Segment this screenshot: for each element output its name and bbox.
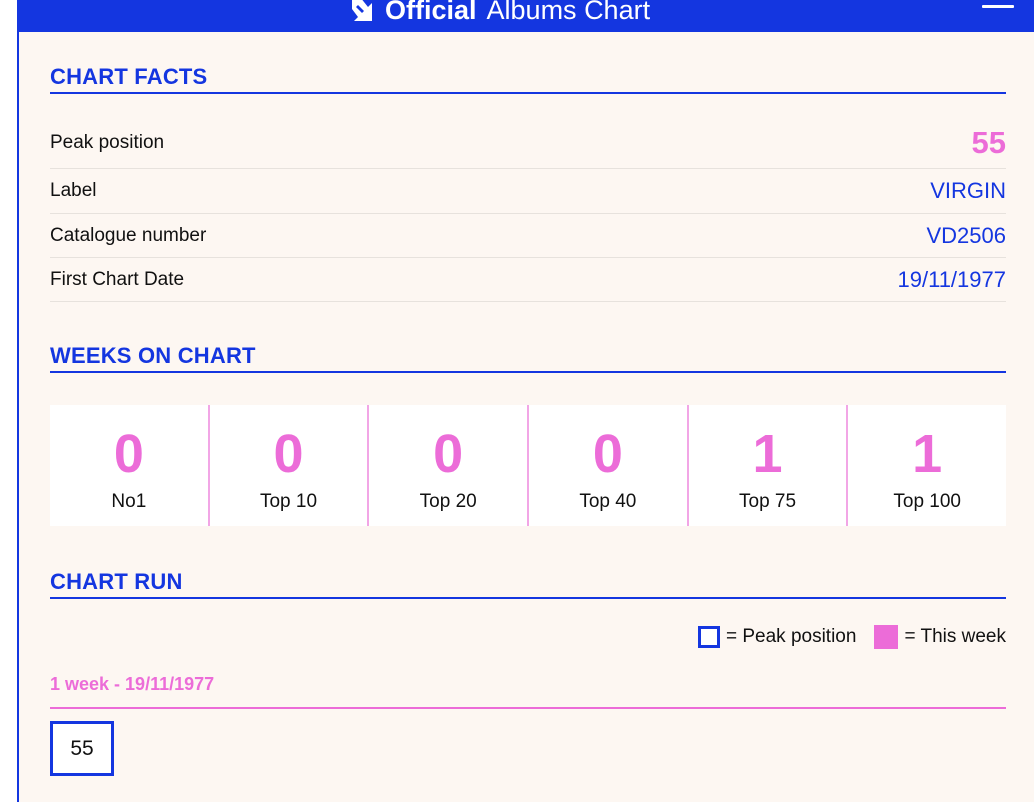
- weeks-count: 0: [592, 424, 623, 484]
- weeks-label: Top 100: [893, 491, 961, 512]
- weeks-label: Top 10: [259, 491, 318, 512]
- brand-title-strong: Official: [385, 0, 477, 25]
- weeks-cell-top75: 1 Top 75: [689, 405, 849, 526]
- legend-peak-label: = Peak position: [725, 626, 857, 647]
- first-chart-date-link[interactable]: 19/11/1977: [898, 267, 1006, 293]
- brand-title-light: Albums Chart: [486, 0, 651, 25]
- peak-position-value: 55: [971, 125, 1006, 160]
- weeks-cell-top10: 0 Top 10: [210, 405, 370, 526]
- weeks-cell-no1: 0 No1: [50, 405, 210, 526]
- fact-row-peak: Peak position 55: [50, 118, 1006, 169]
- weeks-count: 0: [273, 424, 304, 484]
- chart-run-position-box: 55: [50, 721, 114, 776]
- weeks-cell-top100: 1 Top 100: [848, 405, 1006, 526]
- fact-label: Label: [50, 180, 97, 201]
- weeks-count: 1: [912, 424, 943, 484]
- fact-row-catalogue: Catalogue number VD2506: [50, 214, 1006, 258]
- catalogue-number-value: VD2506: [926, 222, 1006, 248]
- chart-run-period: 1 week - 19/11/1977: [50, 674, 1006, 709]
- weeks-label: No1: [111, 491, 147, 512]
- header-bar: Official Albums Chart: [19, 0, 1034, 32]
- chart-run-heading: CHART RUN: [50, 569, 1006, 599]
- hamburger-menu-icon[interactable]: [982, 0, 1014, 8]
- chart-facts-heading: CHART FACTS: [50, 64, 1006, 94]
- weeks-cell-top40: 0 Top 40: [529, 405, 689, 526]
- chart-run-legend: = Peak position = This week: [697, 625, 1006, 649]
- weeks-on-chart-heading: WEEKS ON CHART: [50, 343, 1006, 373]
- fact-label: First Chart Date: [50, 268, 185, 290]
- weeks-count: 0: [433, 424, 464, 484]
- this-week-swatch: [874, 625, 899, 649]
- fact-label: Catalogue number: [50, 224, 207, 246]
- legend-this-week-label: = This week: [904, 626, 1006, 647]
- fact-label: Peak position: [50, 132, 165, 153]
- weeks-label: Top 75: [739, 491, 797, 512]
- peak-position-swatch: [697, 626, 720, 648]
- chart-facts-list: Peak position 55 Label VIRGIN Catalogue …: [50, 118, 1006, 302]
- weeks-count: 0: [113, 424, 144, 484]
- record-label-link[interactable]: VIRGIN: [930, 178, 1006, 204]
- weeks-cell-top20: 0 Top 20: [369, 405, 530, 526]
- weeks-count: 1: [752, 424, 783, 484]
- page-left-border: [0, 0, 19, 802]
- weeks-label: Top 20: [419, 491, 477, 512]
- fact-row-first-chart-date: First Chart Date 19/11/1977: [50, 258, 1006, 302]
- official-charts-logo-icon: [352, 0, 372, 21]
- brand-link[interactable]: Official Albums Chart: [349, 0, 650, 32]
- fact-row-label: Label VIRGIN: [50, 169, 1006, 214]
- weeks-on-chart-grid: 0 No1 0 Top 10 0 Top 20 0 Top 40 1 Top 7…: [50, 405, 1006, 526]
- weeks-label: Top 40: [579, 491, 637, 512]
